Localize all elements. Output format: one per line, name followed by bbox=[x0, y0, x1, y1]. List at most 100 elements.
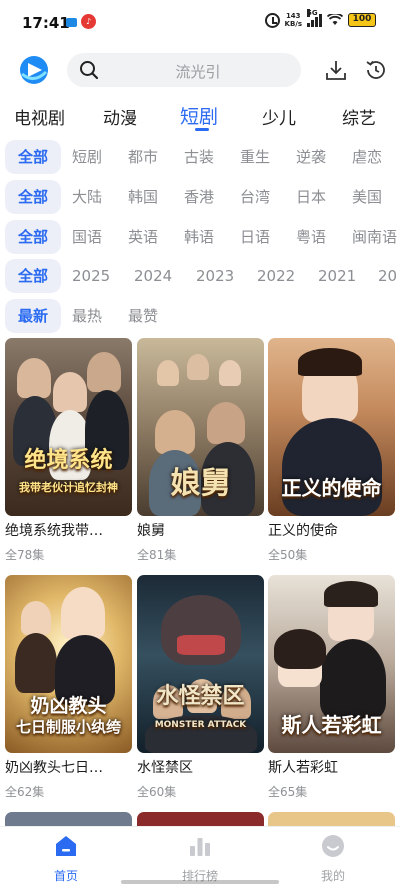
nav-profile[interactable]: 我的 bbox=[298, 833, 368, 884]
filter-chip[interactable]: 20 bbox=[378, 259, 397, 293]
episode-count: 全62集 bbox=[5, 785, 45, 799]
filter-chip[interactable]: 大陆 bbox=[72, 180, 102, 214]
card-title: 正义的使命 bbox=[268, 523, 338, 539]
poster-title-text: 绝境系统 bbox=[24, 448, 113, 473]
status-bar: 17:41 ♪ 143 KB/s 5G 100 bbox=[0, 0, 400, 46]
filter-chip[interactable]: 短剧 bbox=[72, 140, 102, 174]
filter-row-sort: 最新 最热 最赞 bbox=[0, 299, 400, 333]
tab-anime[interactable]: 动漫 bbox=[103, 104, 137, 129]
filter-chip[interactable]: 日本 bbox=[296, 180, 326, 214]
filter-chip[interactable]: 粤语 bbox=[296, 220, 326, 254]
filter-chip[interactable]: 2022 bbox=[257, 259, 295, 293]
filter-chip[interactable]: 重生 bbox=[240, 140, 270, 174]
card-title: 水怪禁区 bbox=[137, 760, 193, 776]
home-indicator bbox=[121, 880, 279, 884]
filter-chip-selected[interactable]: 全部 bbox=[5, 180, 61, 214]
filter-chip-selected[interactable]: 全部 bbox=[5, 259, 61, 293]
poster-title-text: 奶凶教头 bbox=[30, 695, 107, 717]
drama-card[interactable]: 奶凶教头 七日制服小纨绔 奶凶教头七日… 全62集 bbox=[5, 575, 132, 800]
net-speed-value: 143 bbox=[285, 12, 301, 20]
poster-subtitle-text: 七日制服小纨绔 bbox=[15, 718, 121, 736]
filter-chip[interactable]: 最热 bbox=[72, 299, 102, 333]
app-logo-icon[interactable] bbox=[18, 54, 50, 86]
drama-card-partial[interactable] bbox=[137, 812, 264, 826]
search-input[interactable]: 流光引 bbox=[67, 53, 301, 87]
filter-chip[interactable]: 香港 bbox=[184, 180, 214, 214]
alarm-icon bbox=[264, 12, 280, 28]
bar-chart-icon bbox=[190, 838, 210, 856]
active-tab-indicator bbox=[195, 128, 209, 131]
poster-title-text: 正义的使命 bbox=[281, 476, 382, 500]
drama-card[interactable]: 水怪禁区 MONSTER ATTACK 水怪禁区 全60集 bbox=[137, 575, 264, 800]
filter-chip-selected[interactable]: 全部 bbox=[5, 220, 61, 254]
filter-chip[interactable]: 美国 bbox=[352, 180, 382, 214]
poster-image[interactable]: 奶凶教头 七日制服小纨绔 bbox=[5, 575, 132, 753]
filter-chip[interactable]: 2025 bbox=[72, 259, 110, 293]
filter-chip[interactable]: 英语 bbox=[128, 220, 158, 254]
tab-tv-series[interactable]: 电视剧 bbox=[14, 104, 65, 129]
wifi-icon bbox=[327, 14, 343, 25]
filter-chip[interactable]: 古装 bbox=[184, 140, 214, 174]
filter-chip[interactable]: 台湾 bbox=[240, 180, 270, 214]
card-title: 娘舅 bbox=[137, 523, 165, 539]
drama-card[interactable]: 正义的使命 正义的使命 全50集 bbox=[268, 338, 395, 563]
filter-row-genre: 全部 短剧 都市 古装 重生 逆袭 虐恋 bbox=[0, 140, 400, 174]
filter-chip[interactable]: 2021 bbox=[318, 259, 356, 293]
episode-count: 全60集 bbox=[137, 785, 177, 799]
search-placeholder: 流光引 bbox=[175, 63, 221, 81]
cellular-signal-icon: 5G bbox=[307, 9, 322, 27]
music-app-icon: ♪ bbox=[81, 14, 96, 29]
poster-subtitle-text: 我带老伙计追忆封神 bbox=[19, 481, 118, 494]
filter-chip[interactable]: 逆袭 bbox=[296, 140, 326, 174]
nav-home[interactable]: 首页 bbox=[31, 833, 101, 884]
filter-chip[interactable]: 2024 bbox=[134, 259, 172, 293]
filter-chip[interactable]: 韩语 bbox=[184, 220, 214, 254]
poster-image[interactable]: 水怪禁区 MONSTER ATTACK bbox=[137, 575, 264, 753]
episode-count: 全81集 bbox=[137, 548, 177, 562]
home-icon bbox=[56, 836, 76, 856]
tab-variety[interactable]: 综艺 bbox=[342, 104, 376, 129]
episode-count: 全65集 bbox=[268, 785, 308, 799]
card-title: 奶凶教头七日… bbox=[5, 760, 103, 776]
filter-chip[interactable]: 虐恋 bbox=[352, 140, 382, 174]
nav-label: 首页 bbox=[53, 869, 78, 883]
filter-chip-selected[interactable]: 全部 bbox=[5, 140, 61, 174]
drama-card-partial[interactable] bbox=[5, 812, 132, 826]
filter-row-language: 全部 国语 英语 韩语 日语 粤语 闽南语 bbox=[0, 220, 400, 254]
filter-chip[interactable]: 2023 bbox=[196, 259, 234, 293]
history-icon[interactable] bbox=[364, 58, 388, 82]
filter-chip[interactable]: 闽南语 bbox=[352, 220, 397, 254]
status-time: 17:41 bbox=[22, 14, 70, 32]
episode-count: 全78集 bbox=[5, 548, 45, 562]
category-tabs: 电视剧 动漫 短剧 少儿 综艺 bbox=[0, 100, 400, 136]
card-title: 斯人若彩虹 bbox=[268, 760, 338, 776]
poster-image[interactable]: 正义的使命 bbox=[268, 338, 395, 516]
battery-icon: 100 bbox=[348, 13, 376, 27]
drama-card[interactable]: 绝境系统 我带老伙计追忆封神 绝境系统我带… 全78集 bbox=[5, 338, 132, 563]
tab-kids[interactable]: 少儿 bbox=[262, 104, 296, 129]
poster-image[interactable]: 绝境系统我带老伙计追忆封神 bbox=[5, 338, 132, 516]
filter-chip[interactable]: 国语 bbox=[72, 220, 102, 254]
nav-label: 我的 bbox=[320, 869, 345, 883]
poster-title-text: 斯人若彩虹 bbox=[281, 713, 382, 737]
download-icon[interactable] bbox=[324, 58, 348, 82]
nav-ranking[interactable]: 排行榜 bbox=[165, 833, 235, 884]
filter-chip-selected[interactable]: 最新 bbox=[5, 299, 61, 333]
filter-chip[interactable]: 韩国 bbox=[128, 180, 158, 214]
net-speed-unit: KB/s bbox=[284, 20, 302, 28]
filter-chip[interactable]: 最赞 bbox=[128, 299, 158, 333]
episode-count: 全50集 bbox=[268, 548, 308, 562]
filter-row-region: 全部 大陆 韩国 香港 台湾 日本 美国 bbox=[0, 180, 400, 214]
drama-card[interactable]: 娘舅 娘舅 全81集 bbox=[137, 338, 264, 563]
search-header: 流光引 bbox=[0, 52, 400, 92]
filter-chip[interactable]: 日语 bbox=[240, 220, 270, 254]
filter-chip[interactable]: 都市 bbox=[128, 140, 158, 174]
tab-short-drama[interactable]: 短剧 bbox=[180, 102, 218, 129]
drama-card[interactable]: 斯人若彩虹 斯人若彩虹 全65集 bbox=[268, 575, 395, 800]
app-notification-icon bbox=[66, 18, 77, 27]
net-speed: 143 KB/s bbox=[285, 12, 302, 28]
poster-image[interactable]: 娘舅 bbox=[137, 338, 264, 516]
drama-card-partial[interactable] bbox=[268, 812, 395, 826]
poster-subtitle-text: MONSTER ATTACK bbox=[154, 720, 247, 730]
poster-image[interactable]: 斯人若彩虹 bbox=[268, 575, 395, 753]
